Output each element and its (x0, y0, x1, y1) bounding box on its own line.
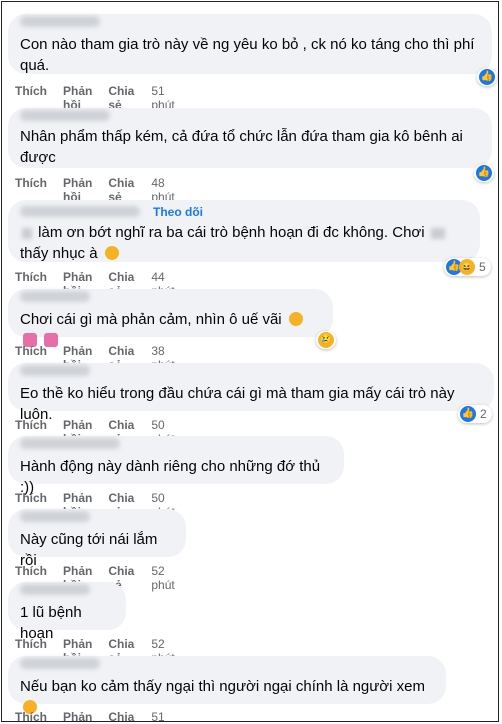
comments-panel: Con nào tham gia trò này về ng yêu ko bỏ… (1, 1, 499, 722)
comment-text-part: Nếu bạn ko cảm thấy ngại thì người ngại … (20, 678, 425, 695)
comment-text-part: Chơi cái gì mà phản cảm, nhìn ô uế vãi (20, 311, 282, 328)
redacted-name (22, 227, 32, 239)
reply-button[interactable]: Phản hồi (63, 710, 92, 721)
grinning-face-emoji-icon (104, 246, 119, 260)
comment-bubble: Chơi cái gì mà phản cảm, nhìn ô uế vãi (8, 289, 333, 347)
comment-bubble: Nếu bạn ko cảm thấy ngại thì người ngại … (8, 656, 446, 714)
follow-link[interactable]: Theo dõi (153, 205, 203, 219)
comment-actions: Thích Phản hồi Chia sẻ 51 phút (15, 710, 191, 721)
comment-bubble: 1 lũ bệnh hoạn (8, 582, 126, 642)
like-reaction-icon: 👍 (479, 69, 495, 85)
comment-bubble: Nhân phẩm thấp kém, cả đứa tổ chức lẫn đ… (8, 108, 492, 168)
reaction-count: 5 (479, 260, 486, 274)
author-name-redacted (20, 438, 120, 449)
reaction-summary[interactable]: 👍 2 (458, 405, 492, 423)
crying-face-emoji-icon (288, 312, 303, 326)
author-name-redacted (20, 511, 90, 522)
timestamp[interactable]: 51 phút (151, 710, 174, 721)
timestamp[interactable]: 52 phút (151, 564, 174, 592)
comment-bubble: Hành động này dành riêng cho những đớ th… (8, 436, 344, 496)
reaction-summary[interactable]: 👍 (474, 164, 494, 182)
like-reaction-icon: 👍 (476, 165, 492, 181)
author-name-redacted (20, 206, 140, 217)
author-name-redacted (20, 291, 90, 302)
comment-text-part: làm ơn bớt nghĩ ra ba cái trò bệnh hoạn … (38, 224, 425, 241)
reaction-summary[interactable]: 👍 😆 5 (444, 258, 491, 276)
reaction-summary[interactable]: 👍 (477, 68, 497, 86)
reaction-count: 2 (480, 407, 487, 421)
comment-bubble: Con nào tham gia trò này về ng yêu ko bỏ… (8, 14, 492, 74)
author-name-redacted (20, 110, 110, 121)
comment-text: Con nào tham gia trò này về ng yêu ko bỏ… (20, 36, 475, 74)
comment-text: Nhân phẩm thấp kém, cả đứa tổ chức lẫn đ… (20, 128, 463, 166)
like-button[interactable]: Thích (15, 710, 47, 721)
author-name-redacted (20, 584, 90, 595)
author-name-redacted (20, 658, 100, 669)
comment-bubble: Này cũng tới nái lắm rồi (8, 509, 186, 569)
comment-text: làm ơn bớt nghĩ ra ba cái trò bệnh hoạn … (20, 222, 468, 264)
comment-bubble: Eo thề ko hiểu trong đầu chứa cái gì mà … (8, 363, 494, 423)
author-name-redacted (20, 365, 90, 376)
comment-bubble: Theo dõi làm ơn bớt nghĩ ra ba cái trò b… (8, 200, 480, 262)
redacted-word (430, 227, 445, 239)
comment-text-part: thấy nhục à (20, 245, 98, 262)
like-reaction-icon: 👍 (460, 406, 476, 422)
author-name-redacted (20, 16, 100, 27)
haha-reaction-icon: 😆 (459, 259, 475, 275)
share-button[interactable]: Chia sẻ (108, 710, 134, 721)
reaction-summary[interactable]: 😢 (316, 331, 336, 349)
sad-reaction-icon: 😢 (318, 332, 334, 348)
